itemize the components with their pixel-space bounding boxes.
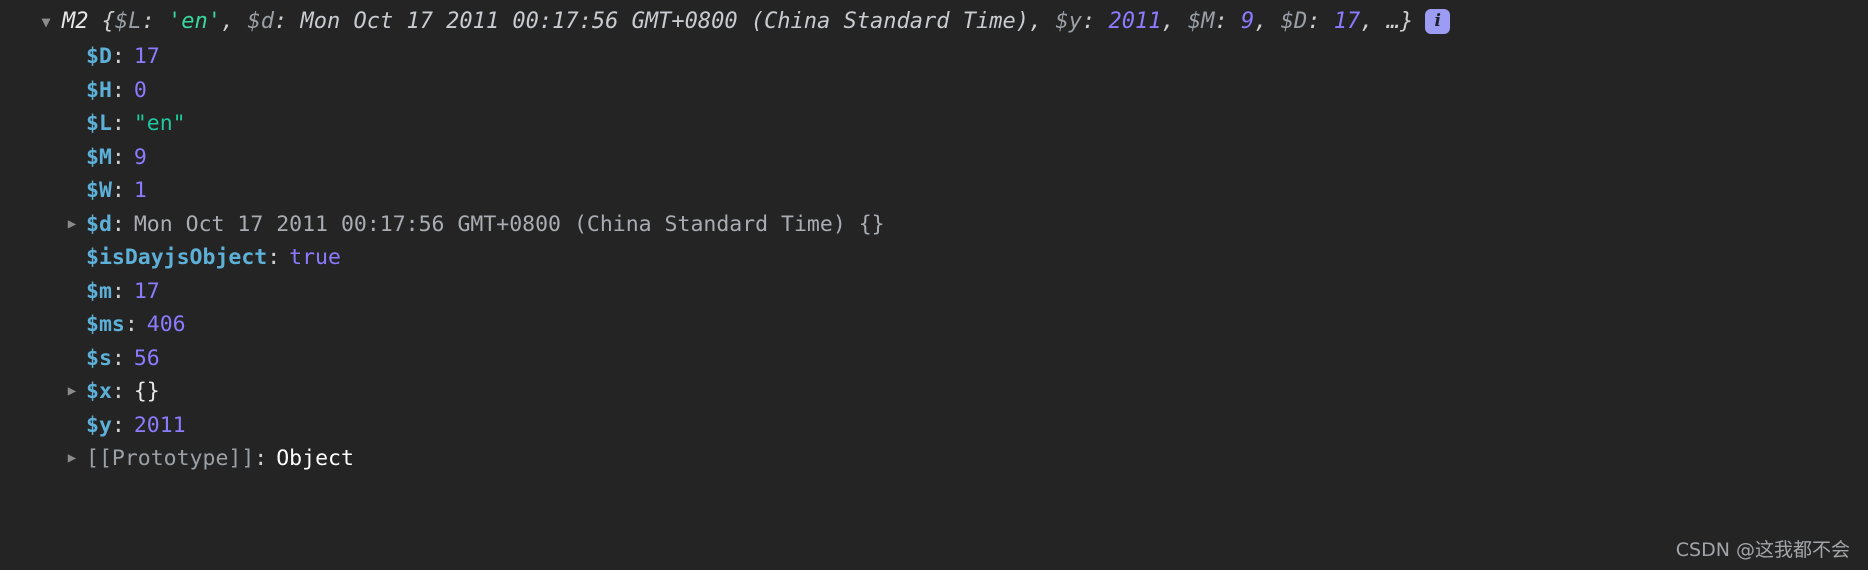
- triangle-right-icon[interactable]: [62, 208, 82, 242]
- preview-key: $L: [115, 9, 142, 34]
- property-row[interactable]: $D: 17: [0, 40, 1868, 74]
- preview-key: $D: [1280, 9, 1308, 34]
- preview-ellipsis: …: [1386, 9, 1400, 34]
- property-body: $d: Mon Oct 17 2011 00:17:56 GMT+0800 (Ch…: [0, 208, 885, 242]
- property-name[interactable]: $ms: [86, 312, 125, 337]
- property-row[interactable]: [[Prototype]]: Object: [0, 442, 1868, 476]
- property-row[interactable]: $L: "en": [0, 107, 1868, 141]
- property-value[interactable]: Object: [276, 446, 354, 471]
- property-row[interactable]: $W: 1: [0, 174, 1868, 208]
- property-colon: :: [254, 446, 268, 471]
- property-body: [[Prototype]]: Object: [0, 442, 354, 476]
- property-value[interactable]: {}: [134, 379, 160, 404]
- property-value[interactable]: 1: [134, 178, 147, 203]
- property-colon: :: [111, 345, 125, 371]
- preview-value: 17: [1333, 9, 1361, 34]
- close-brace: }: [1399, 9, 1414, 34]
- property-colon: :: [111, 379, 125, 404]
- preview-separator: :: [1214, 9, 1241, 34]
- property-body: $M: 9: [0, 141, 147, 175]
- property-colon: :: [111, 412, 125, 438]
- object-preview-row[interactable]: M2 {$L: 'en', $d: Mon Oct 17 2011 00:17:…: [0, 4, 1868, 40]
- property-body: $W: 1: [0, 174, 147, 208]
- devtools-console-output: M2 {$L: 'en', $d: Mon Oct 17 2011 00:17:…: [0, 0, 1868, 570]
- preview-separator: :: [1307, 9, 1334, 34]
- preview-key: $M: [1187, 9, 1215, 34]
- property-name[interactable]: $L: [86, 111, 112, 136]
- property-value[interactable]: 56: [134, 346, 160, 371]
- property-body: $D: 17: [0, 40, 160, 74]
- property-colon: :: [111, 77, 125, 103]
- property-colon: :: [124, 312, 138, 337]
- property-value[interactable]: "en": [134, 111, 186, 136]
- property-value[interactable]: 406: [147, 312, 186, 337]
- preview-separator: :: [1081, 9, 1109, 34]
- triangle-right-icon[interactable]: [62, 375, 82, 409]
- preview-comma: ,: [1028, 9, 1056, 34]
- property-value[interactable]: 17: [134, 279, 160, 304]
- property-colon: :: [111, 178, 125, 203]
- property-body: $ms: 406: [0, 308, 186, 342]
- preview-separator: :: [141, 9, 168, 34]
- preview-value: Mon Oct 17 2011 00:17:56 GMT+0800 (China…: [300, 9, 1029, 34]
- property-body: $H: 0: [0, 74, 147, 108]
- property-name[interactable]: $H: [86, 78, 112, 103]
- property-row[interactable]: $ms: 406: [0, 308, 1868, 342]
- property-value[interactable]: Mon Oct 17 2011 00:17:56 GMT+0800 (China…: [134, 212, 885, 237]
- property-name[interactable]: $M: [86, 145, 112, 170]
- property-value[interactable]: true: [289, 245, 341, 270]
- property-body: $y: 2011: [0, 409, 186, 443]
- property-colon: :: [111, 44, 125, 69]
- property-row[interactable]: $x: {}: [0, 375, 1868, 409]
- property-row[interactable]: $H: 0: [0, 74, 1868, 108]
- property-row[interactable]: $y: 2011: [0, 409, 1868, 443]
- property-row[interactable]: $d: Mon Oct 17 2011 00:17:56 GMT+0800 (Ch…: [0, 208, 1868, 242]
- property-name[interactable]: $d: [86, 212, 112, 237]
- property-name[interactable]: $y: [86, 413, 112, 438]
- preview-comma: ,: [1254, 9, 1281, 34]
- property-value[interactable]: 0: [134, 78, 147, 103]
- property-name[interactable]: $isDayjsObject: [86, 245, 267, 270]
- property-value[interactable]: 2011: [134, 413, 186, 438]
- preview-value: 9: [1240, 9, 1255, 34]
- preview-comma: ,: [220, 9, 248, 34]
- preview-key: $y: [1055, 9, 1082, 34]
- property-row[interactable]: $isDayjsObject: true: [0, 241, 1868, 275]
- property-value[interactable]: 9: [134, 145, 147, 170]
- preview-separator: :: [273, 9, 301, 34]
- property-name[interactable]: $W: [86, 178, 112, 203]
- property-colon: :: [111, 144, 125, 170]
- triangle-right-icon[interactable]: [62, 442, 82, 476]
- open-brace: {: [101, 9, 115, 34]
- property-body: $L: "en": [0, 107, 186, 141]
- preview-properties: $L: 'en', $d: Mon Oct 17 2011 00:17:56 G…: [115, 9, 1387, 34]
- property-body: $isDayjsObject: true: [0, 241, 341, 275]
- preview-comma: ,: [1161, 9, 1188, 34]
- property-body: $m: 17: [0, 275, 160, 309]
- object-preview-content: M2 {$L: 'en', $d: Mon Oct 17 2011 00:17:…: [0, 4, 1451, 40]
- property-colon: :: [111, 111, 125, 136]
- constructor-name: M2: [62, 9, 89, 34]
- property-name[interactable]: [[Prototype]]: [86, 446, 254, 471]
- property-row[interactable]: $M: 9: [0, 141, 1868, 175]
- info-icon[interactable]: i: [1425, 9, 1451, 34]
- triangle-down-icon[interactable]: [36, 4, 56, 40]
- property-name[interactable]: $s: [86, 346, 112, 371]
- property-name[interactable]: $m: [86, 279, 112, 304]
- property-name[interactable]: $x: [86, 379, 112, 404]
- preview-key: $d: [247, 9, 274, 34]
- property-list: $D:17$H:0$L:"en"$M:9$W:1$d:Mon Oct 17 20…: [0, 40, 1868, 476]
- property-row[interactable]: $m: 17: [0, 275, 1868, 309]
- property-body: $s: 56: [0, 342, 160, 376]
- preview-comma: ,: [1360, 9, 1387, 34]
- property-row[interactable]: $s: 56: [0, 342, 1868, 376]
- property-name[interactable]: $D: [86, 44, 112, 69]
- preview-value: 'en': [168, 9, 221, 34]
- property-value[interactable]: 17: [134, 44, 160, 69]
- property-colon: :: [111, 211, 125, 237]
- watermark: CSDN @这我都不会: [1675, 539, 1850, 561]
- property-colon: :: [111, 278, 125, 304]
- property-colon: :: [267, 245, 281, 270]
- preview-value: 2011: [1108, 9, 1162, 34]
